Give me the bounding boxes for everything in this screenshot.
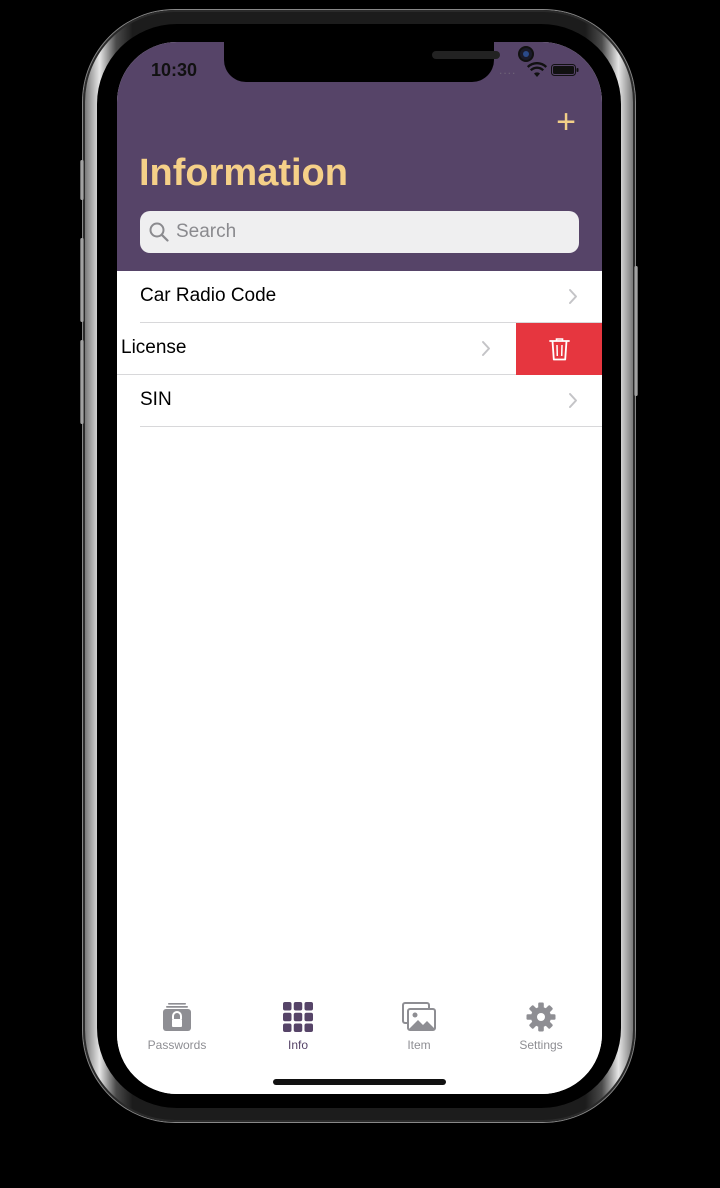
grid-icon [283,1002,313,1032]
list-item-label: SIN [140,389,172,410]
search-input[interactable] [176,211,566,253]
tab-label: Item [407,1038,431,1052]
tab-passwords[interactable]: Passwords [117,992,237,1052]
front-camera [520,48,532,60]
header: 10:30 .... + Information [117,42,602,271]
chevron-right-icon [482,341,490,356]
silent-switch [80,160,84,200]
speaker [432,51,500,59]
delete-button[interactable] [516,323,602,375]
signal-dots: .... [499,63,517,77]
wifi-icon [527,62,547,77]
page-title: Information [139,152,348,194]
tab-item[interactable]: Item [359,992,479,1052]
separator [140,426,602,427]
chevron-right-icon [569,393,577,408]
volume-down-button [80,340,84,424]
tab-info[interactable]: Info [238,992,358,1052]
volume-up-button [80,238,84,322]
status-time: 10:30 [151,60,198,80]
search-bar[interactable] [140,211,579,253]
lock-icon [163,1003,191,1031]
list-item-label: Car Radio Code [140,285,277,306]
power-button [634,266,638,396]
list-item-sin[interactable]: SIN [117,375,602,427]
battery-icon [551,64,579,76]
list-item-label: License [121,337,187,358]
notch [224,42,532,82]
tab-label: Info [287,1038,308,1052]
trash-icon [549,338,570,361]
screen: 10:30 .... + Information Car Radi [117,42,602,1094]
search-icon [149,222,169,242]
tab-label: Settings [519,1038,563,1052]
add-button[interactable]: + [549,105,583,140]
gear-icon [526,1002,556,1032]
tab-label: Passwords [147,1038,207,1052]
home-indicator [273,1079,446,1085]
list-item-license[interactable]: License [117,323,602,375]
photos-icon [402,1002,436,1031]
list-item-car-radio-code[interactable]: Car Radio Code [117,271,602,323]
chevron-right-icon [569,289,577,304]
tab-settings[interactable]: Settings [481,992,601,1052]
